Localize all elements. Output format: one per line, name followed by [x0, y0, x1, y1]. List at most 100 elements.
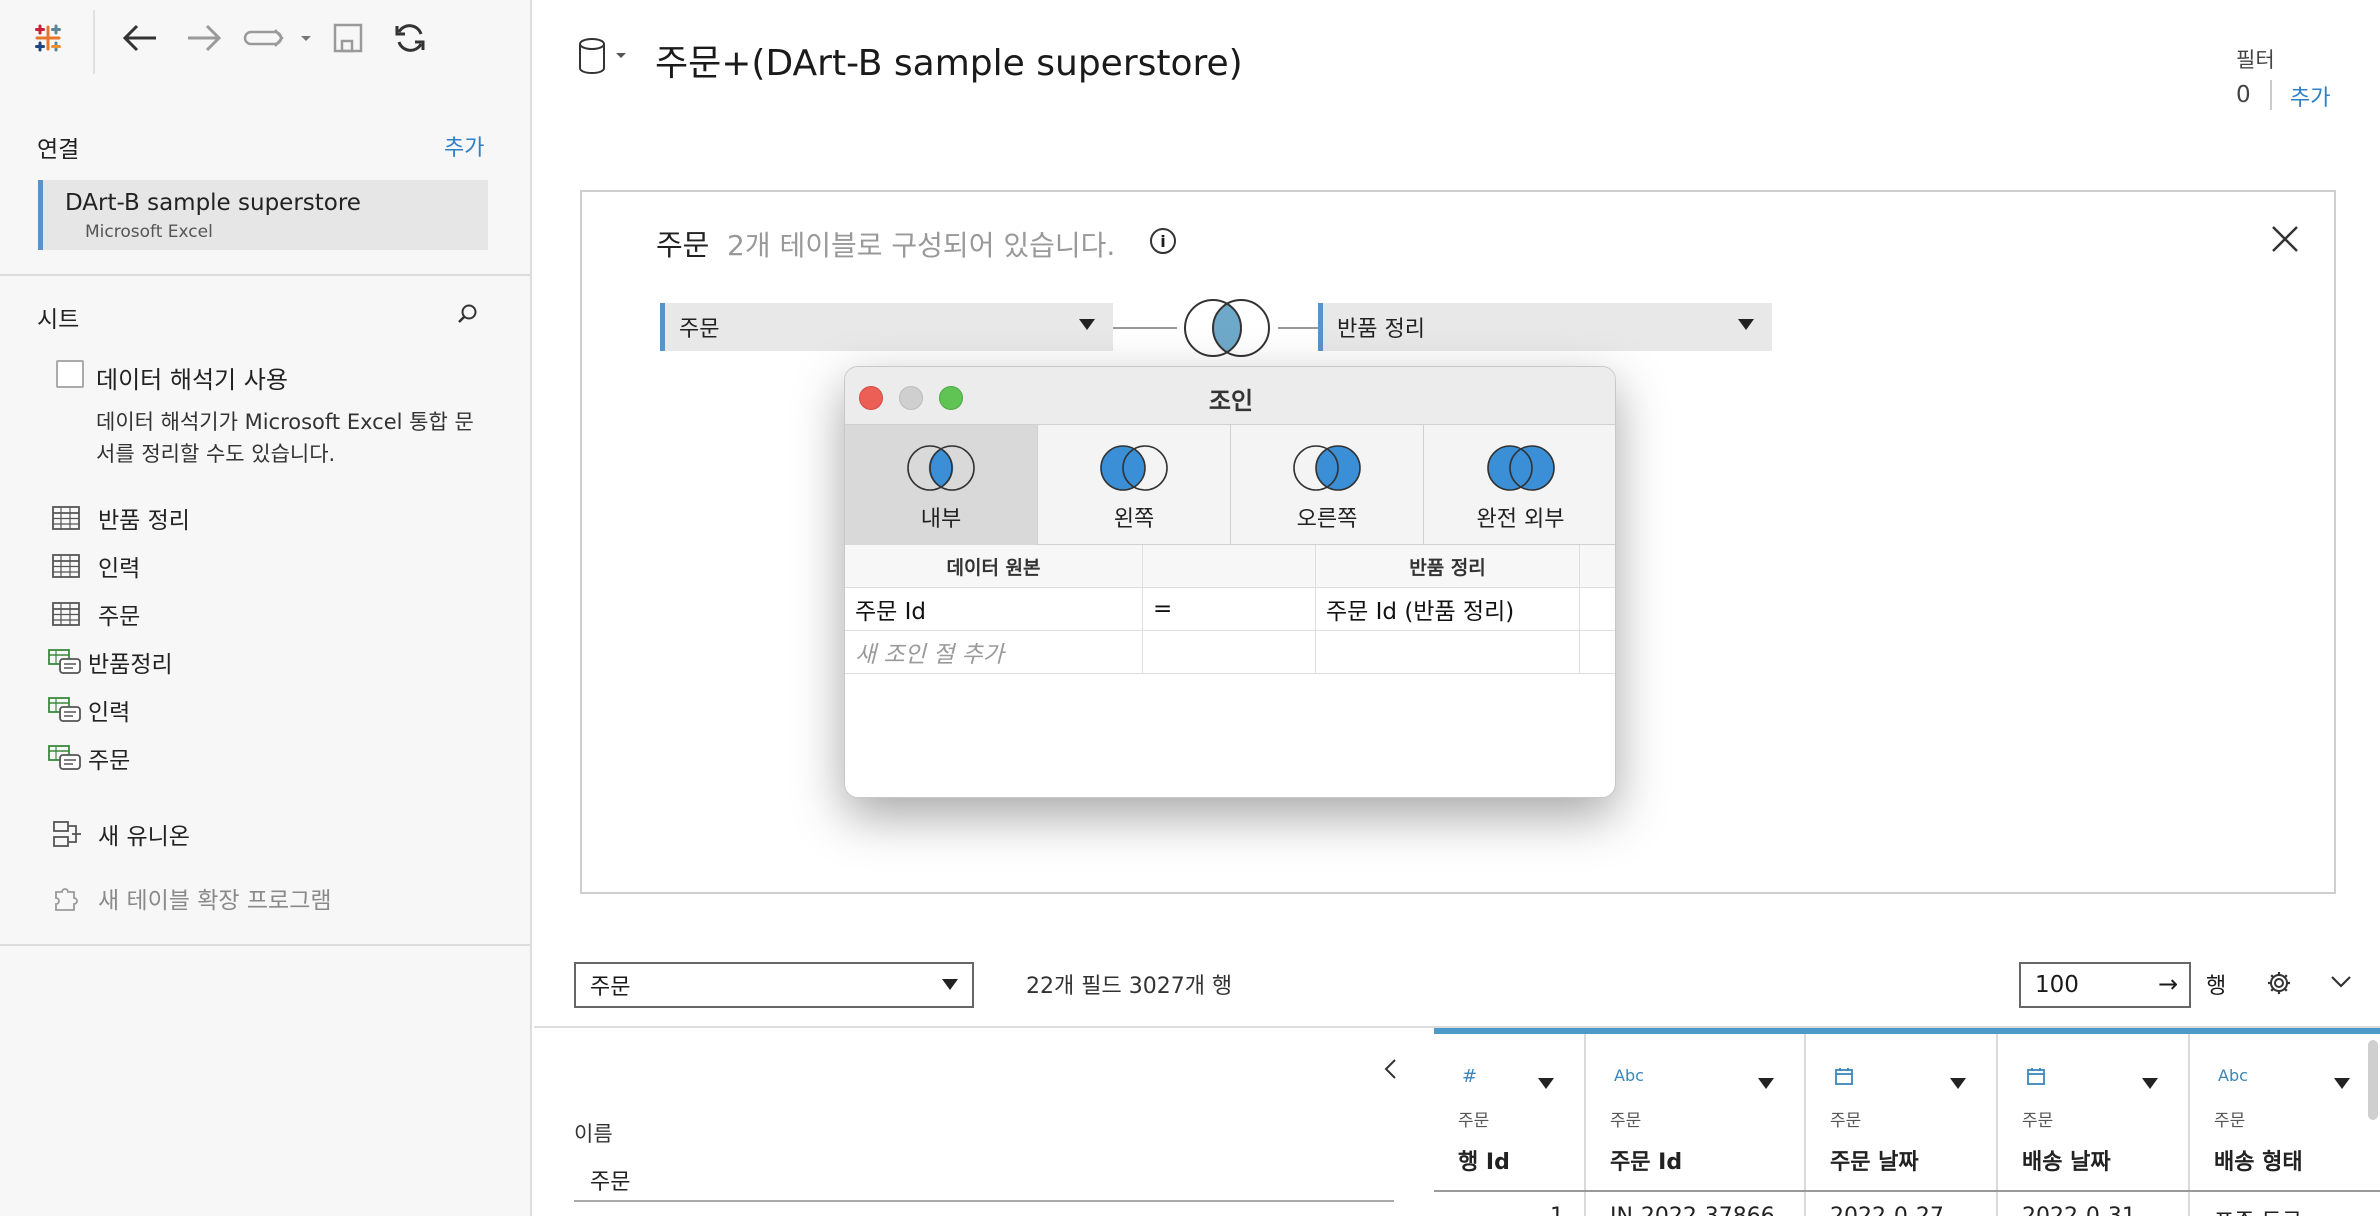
- save-icon[interactable]: [330, 16, 366, 60]
- sheet-table-icon: [52, 504, 86, 532]
- chevron-down-icon[interactable]: [1079, 319, 1095, 330]
- sheet-item-label: 인력: [88, 700, 131, 726]
- chevron-down-icon[interactable]: [1738, 319, 1754, 330]
- close-icon[interactable]: [2270, 224, 2300, 258]
- named-range-item-orders[interactable]: 주문: [48, 738, 130, 778]
- apply-rows-arrow-icon[interactable]: →: [2158, 970, 2178, 998]
- join-connector-line: [1113, 327, 1177, 329]
- chevron-left-icon[interactable]: [1380, 1056, 1402, 1086]
- join-type-left[interactable]: 왼쪽: [1038, 425, 1231, 545]
- datasource-icon[interactable]: [576, 36, 632, 80]
- page-title[interactable]: 주문+(DArt-B sample superstore): [655, 34, 1243, 86]
- right-source-header: 반품 정리: [1316, 545, 1580, 587]
- data-interpreter-label[interactable]: 데이터 해석기 사용: [96, 360, 288, 395]
- chevron-down-icon[interactable]: [2142, 1078, 2158, 1089]
- connection-item[interactable]: DArt-B sample superstore Microsoft Excel: [38, 180, 488, 250]
- left-source-header: 데이터 원본: [845, 545, 1143, 587]
- filters-label: 필터: [2236, 48, 2275, 72]
- grid-cell: IN-2022-37866: [1610, 1204, 1780, 1216]
- grid-cell: 1: [1550, 1204, 1580, 1216]
- chevron-down-icon[interactable]: [2334, 1078, 2350, 1089]
- calendar-icon[interactable]: [2026, 1066, 2046, 1091]
- left-join-venn-icon: [1100, 445, 1168, 491]
- sheet-search-icon[interactable]: [456, 302, 480, 330]
- right-field-cell[interactable]: 주문 Id (반품 정리): [1316, 588, 1580, 630]
- column-name: 배송 날짜: [2022, 1150, 2111, 1175]
- column-source: 주문: [2022, 1111, 2054, 1131]
- number-type-icon[interactable]: #: [1462, 1066, 1477, 1087]
- add-connection-link[interactable]: 추가: [444, 130, 484, 162]
- left-field-cell[interactable]: 주문 Id: [845, 588, 1143, 630]
- operator-cell[interactable]: =: [1143, 588, 1316, 630]
- column-source: 주문: [2214, 1111, 2246, 1131]
- sidebar-divider: [0, 274, 532, 276]
- join-dialog: 조인 내부 왼쪽 오른쪽 완전 외부 데이터 원본 반품 정리 주문 Id = …: [844, 366, 1616, 798]
- grid-column-order-id[interactable]: Abc 주문 주문 Id IN-2022-37866: [1586, 1034, 1806, 1216]
- grid-header-separator: [1434, 1190, 2380, 1192]
- new-union-item[interactable]: 새 유니온: [52, 814, 190, 854]
- sheet-item-people[interactable]: 인력: [52, 546, 140, 586]
- new-table-extension-item[interactable]: 새 테이블 확장 프로그램: [52, 878, 332, 918]
- spare-cell: [1580, 631, 1615, 673]
- join-clause-row[interactable]: 주문 Id = 주문 Id (반품 정리): [845, 588, 1615, 631]
- join-type-label: 왼쪽: [1113, 507, 1155, 532]
- filters-count: 0: [2236, 82, 2251, 108]
- chevron-down-icon[interactable]: [2328, 968, 2354, 998]
- grid-column-order-date[interactable]: 주문 주문 날짜 2022-0-27: [1806, 1034, 1998, 1216]
- grid-column-row-id[interactable]: # 주문 행 Id 1: [1434, 1034, 1586, 1216]
- left-table-pill[interactable]: 주문: [660, 303, 1113, 351]
- table-select-dropdown[interactable]: 주문: [574, 962, 974, 1008]
- add-join-clause-row[interactable]: 새 조인 절 추가: [845, 631, 1615, 674]
- name-label: 이름: [574, 1122, 613, 1146]
- string-type-icon[interactable]: Abc: [1614, 1066, 1644, 1085]
- operator-header: [1143, 545, 1316, 587]
- gear-icon[interactable]: [2266, 970, 2292, 1000]
- union-icon: [52, 820, 86, 848]
- chevron-down-icon: [942, 979, 958, 990]
- forward-icon[interactable]: [182, 16, 226, 60]
- grid-column-ship-mode[interactable]: Abc 주문 배송 형태 표준 등급: [2190, 1034, 2380, 1216]
- spare-cell: [1580, 588, 1615, 630]
- join-type-label: 완전 외부: [1476, 507, 1565, 532]
- column-source: 주문: [1458, 1111, 1490, 1131]
- join-type-right[interactable]: 오른쪽: [1231, 425, 1424, 545]
- chevron-down-icon[interactable]: [1950, 1078, 1966, 1089]
- grid-cell: 2022-0-27: [1830, 1204, 2000, 1216]
- join-clause-table: 데이터 원본 반품 정리 주문 Id = 주문 Id (반품 정리) 새 조인 …: [845, 545, 1615, 674]
- add-join-clause-hint[interactable]: 새 조인 절 추가: [845, 631, 1143, 673]
- sheet-item-returns[interactable]: 반품 정리: [52, 498, 190, 538]
- calendar-icon[interactable]: [1834, 1066, 1854, 1091]
- add-filter-link[interactable]: 추가: [2290, 80, 2330, 112]
- join-type-label: 내부: [920, 507, 962, 532]
- left-table-label: 주문: [679, 317, 720, 342]
- join-type-inner[interactable]: 내부: [845, 425, 1038, 545]
- vertical-scrollbar[interactable]: [2368, 1040, 2378, 1120]
- join-clause-header: 데이터 원본 반품 정리: [845, 545, 1615, 588]
- string-type-icon[interactable]: Abc: [2218, 1066, 2248, 1085]
- tableau-logo-icon[interactable]: [30, 16, 66, 60]
- inner-join-icon[interactable]: [1176, 296, 1278, 364]
- new-table-extension-label: 새 테이블 확장 프로그램: [98, 888, 332, 914]
- dialog-title: 조인: [1208, 387, 1254, 415]
- named-range-item-people[interactable]: 인력: [48, 690, 130, 730]
- new-union-label: 새 유니온: [98, 824, 190, 850]
- chevron-down-icon[interactable]: [1538, 1078, 1554, 1089]
- refresh-icon[interactable]: [390, 16, 430, 60]
- table-select-value: 주문: [590, 975, 631, 1000]
- info-icon[interactable]: i: [1150, 228, 1176, 254]
- sheet-item-orders[interactable]: 주문: [52, 594, 140, 634]
- sheet-item-label: 반품정리: [88, 652, 173, 678]
- pause-refresh-icon[interactable]: [242, 16, 314, 60]
- data-interpreter-checkbox[interactable]: [56, 360, 84, 388]
- join-type-full-outer[interactable]: 완전 외부: [1424, 425, 1615, 545]
- back-icon[interactable]: [118, 16, 162, 60]
- name-field[interactable]: 주문: [590, 1164, 630, 1196]
- sheets-title: 시트: [37, 307, 80, 333]
- right-table-pill[interactable]: 반품 정리: [1318, 303, 1772, 351]
- named-range-icon: [48, 744, 82, 772]
- chevron-down-icon[interactable]: [1758, 1078, 1774, 1089]
- grid-column-ship-date[interactable]: 주문 배송 날짜 2022-0-31: [1998, 1034, 2190, 1216]
- column-name: 배송 형태: [2214, 1150, 2303, 1175]
- named-range-item-returns[interactable]: 반품정리: [48, 642, 173, 682]
- grid-cell: 표준 등급: [2214, 1204, 2380, 1216]
